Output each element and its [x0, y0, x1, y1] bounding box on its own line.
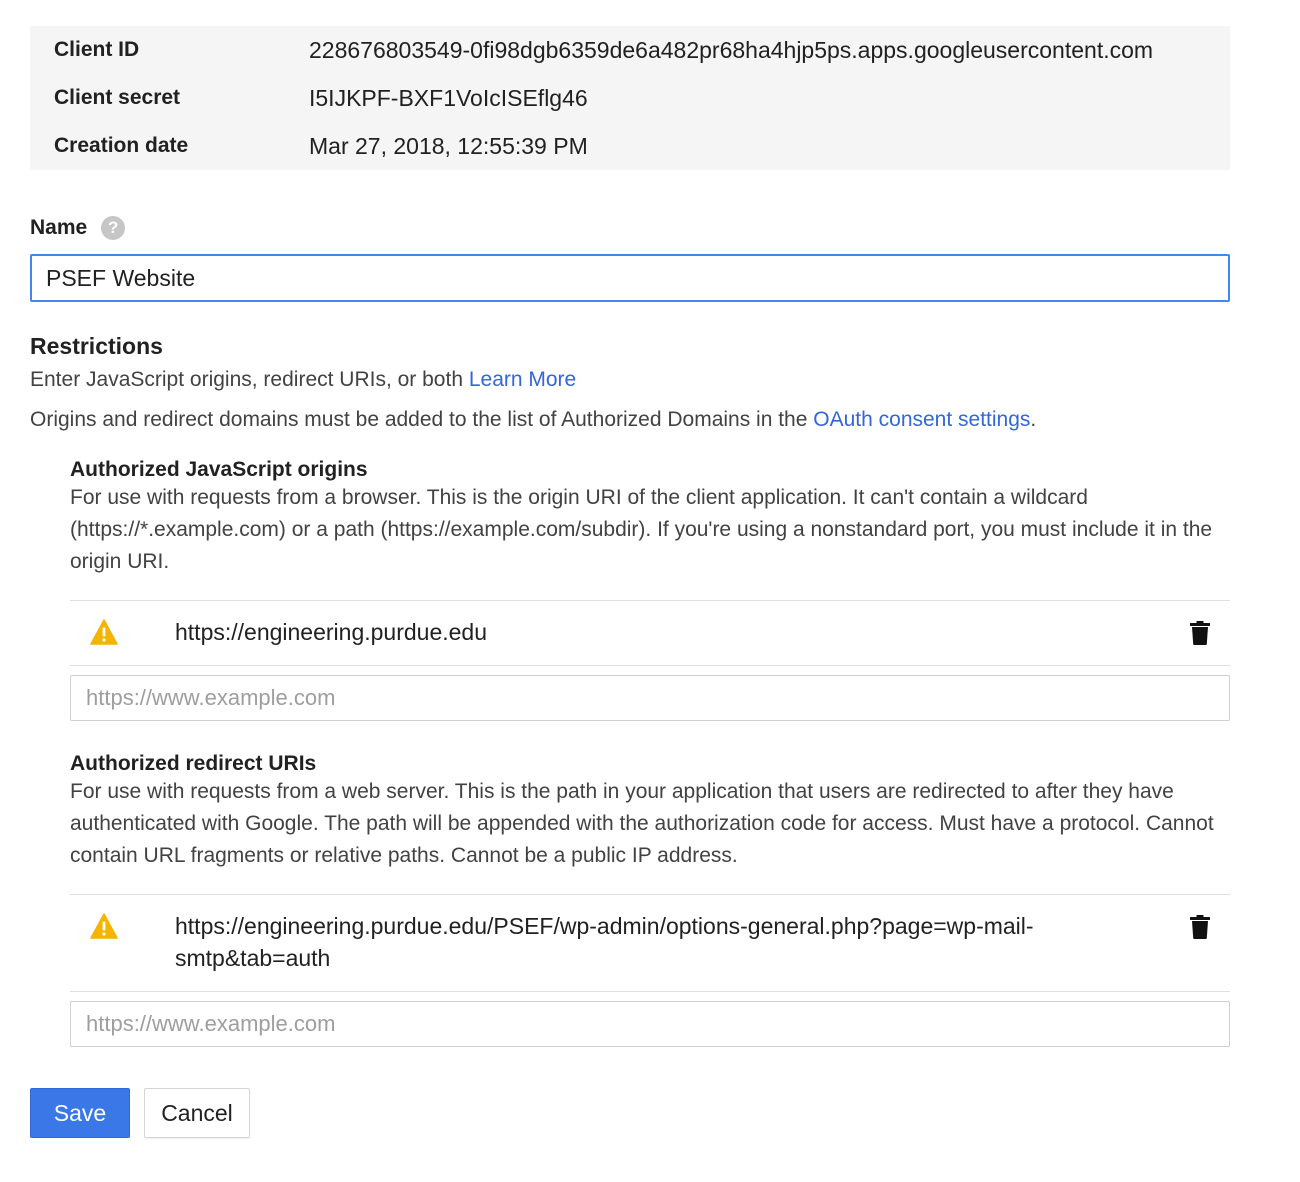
creation-date-label: Creation date [54, 134, 189, 157]
authorized-domains-note: Origins and redirect domains must be add… [30, 408, 1036, 432]
client-secret-value[interactable]: I5IJKPF-BXF1VoIcISEflg46 [309, 85, 588, 112]
help-circle-icon[interactable]: ? [101, 216, 126, 240]
js-origins-description: For use with requests from a browser. Th… [70, 486, 1213, 573]
restrictions-intro: Enter JavaScript origins, redirect URIs,… [30, 368, 576, 392]
learn-more-link[interactable]: Learn More [469, 368, 576, 391]
redirect-uri[interactable]: https://engineering.purdue.edu/PSEF/wp-a… [175, 910, 1115, 974]
js-origin-uri[interactable]: https://engineering.purdue.edu [175, 616, 1115, 648]
client-secret-row: Client secret I5IJKPF-BXF1VoIcISEflg46 [30, 74, 1230, 122]
oauth-consent-settings-link[interactable]: OAuth consent settings [813, 408, 1030, 431]
redirect-uri-entry: https://engineering.purdue.edu/PSEF/wp-a… [70, 894, 1230, 992]
client-id-value[interactable]: 228676803549-0fi98dgb6359de6a482pr68ha4h… [309, 37, 1153, 64]
cancel-button[interactable]: Cancel [144, 1088, 250, 1138]
js-origin-entry: https://engineering.purdue.edu [70, 600, 1230, 666]
creation-date-row: Creation date Mar 27, 2018, 12:55:39 PM [30, 122, 1230, 170]
warning-icon [90, 619, 118, 645]
trash-icon[interactable] [1190, 915, 1210, 939]
name-input[interactable] [30, 254, 1230, 302]
creation-date-value: Mar 27, 2018, 12:55:39 PM [309, 132, 588, 159]
restrictions-intro-text: Enter JavaScript origins, redirect URIs,… [30, 368, 469, 391]
redirect-uris-title: Authorized redirect URIs [70, 752, 317, 775]
credentials-info-table: Client ID 228676803549-0fi98dgb6359de6a4… [30, 26, 1230, 170]
save-button[interactable]: Save [30, 1088, 130, 1138]
restrictions-title: Restrictions [30, 333, 163, 359]
js-origins-title: Authorized JavaScript origins [70, 458, 368, 481]
name-label-row: Name ? [30, 216, 126, 240]
client-secret-label: Client secret [54, 86, 181, 109]
name-label: Name [30, 216, 88, 239]
client-id-label: Client ID [54, 38, 140, 61]
trash-icon[interactable] [1190, 621, 1210, 645]
client-id-row: Client ID 228676803549-0fi98dgb6359de6a4… [30, 26, 1230, 74]
authorized-domains-suffix: . [1030, 408, 1037, 431]
js-origin-input[interactable] [70, 675, 1230, 721]
authorized-domains-text: Origins and redirect domains must be add… [30, 408, 814, 431]
warning-icon [90, 913, 118, 939]
redirect-uris-description: For use with requests from a web server.… [70, 780, 1214, 867]
redirect-uri-input[interactable] [70, 1001, 1230, 1047]
